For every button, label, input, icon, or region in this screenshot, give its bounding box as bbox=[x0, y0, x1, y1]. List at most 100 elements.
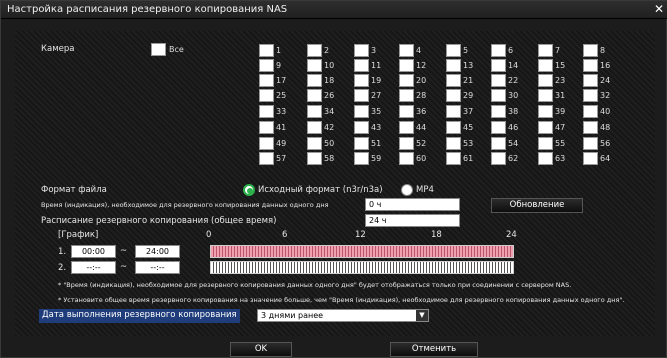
camera-checkbox-56[interactable] bbox=[583, 137, 598, 150]
camera-checkbox-25[interactable] bbox=[259, 89, 274, 102]
camera-checkbox-10[interactable] bbox=[307, 59, 322, 72]
camera-checkbox-37[interactable] bbox=[446, 105, 461, 118]
camera-checkbox-47[interactable] bbox=[538, 121, 553, 134]
camera-checkbox-50[interactable] bbox=[307, 137, 322, 150]
camera-number-label: 15 bbox=[555, 61, 566, 70]
camera-checkbox-14[interactable] bbox=[491, 59, 506, 72]
camera-checkbox-34[interactable] bbox=[307, 105, 322, 118]
camera-checkbox-59[interactable] bbox=[354, 152, 369, 165]
camera-checkbox-54[interactable] bbox=[491, 137, 506, 150]
camera-checkbox-16[interactable] bbox=[583, 59, 598, 72]
backup-date-select[interactable]: 3 днями ранее ▼ bbox=[257, 309, 429, 322]
format-original-radio[interactable] bbox=[243, 184, 255, 196]
camera-checkbox-53[interactable] bbox=[446, 137, 461, 150]
graph-label: [График] bbox=[58, 230, 99, 240]
camera-number-label: 41 bbox=[276, 123, 287, 132]
camera-all-checkbox[interactable] bbox=[151, 43, 166, 56]
camera-number-label: 61 bbox=[463, 154, 474, 163]
camera-checkbox-43[interactable] bbox=[354, 121, 369, 134]
camera-number-label: 54 bbox=[508, 139, 519, 148]
note-2: * Установите общее время резервного копи… bbox=[58, 296, 625, 304]
camera-checkbox-29[interactable] bbox=[446, 89, 461, 102]
camera-checkbox-45[interactable] bbox=[446, 121, 461, 134]
camera-checkbox-60[interactable] bbox=[399, 152, 414, 165]
camera-checkbox-57[interactable] bbox=[259, 152, 274, 165]
camera-checkbox-2[interactable] bbox=[307, 44, 322, 57]
camera-checkbox-27[interactable] bbox=[354, 89, 369, 102]
camera-checkbox-46[interactable] bbox=[491, 121, 506, 134]
camera-checkbox-32[interactable] bbox=[583, 89, 598, 102]
camera-checkbox-30[interactable] bbox=[491, 89, 506, 102]
camera-checkbox-8[interactable] bbox=[583, 44, 598, 57]
camera-checkbox-17[interactable] bbox=[259, 74, 274, 87]
camera-checkbox-55[interactable] bbox=[538, 137, 553, 150]
camera-checkbox-61[interactable] bbox=[446, 152, 461, 165]
camera-checkbox-18[interactable] bbox=[307, 74, 322, 87]
camera-checkbox-23[interactable] bbox=[538, 74, 553, 87]
camera-checkbox-62[interactable] bbox=[491, 152, 506, 165]
chevron-down-icon[interactable]: ▼ bbox=[416, 310, 428, 321]
schedule-row1-end-field[interactable]: 24:00 bbox=[135, 245, 180, 258]
close-icon[interactable]: ✕ bbox=[654, 2, 664, 16]
camera-checkbox-26[interactable] bbox=[307, 89, 322, 102]
camera-checkbox-63[interactable] bbox=[538, 152, 553, 165]
camera-number-label: 26 bbox=[324, 91, 335, 100]
camera-checkbox-1[interactable] bbox=[259, 44, 274, 57]
camera-checkbox-44[interactable] bbox=[399, 121, 414, 134]
camera-label: Камера bbox=[41, 44, 75, 54]
camera-checkbox-3[interactable] bbox=[354, 44, 369, 57]
schedule-row2-end-field[interactable]: --:-- bbox=[135, 261, 180, 274]
refresh-button[interactable]: Обновление bbox=[491, 198, 583, 213]
cancel-button[interactable]: Отменить bbox=[390, 342, 478, 357]
camera-checkbox-28[interactable] bbox=[399, 89, 414, 102]
camera-number-label: 59 bbox=[371, 154, 382, 163]
camera-checkbox-33[interactable] bbox=[259, 105, 274, 118]
format-mp4-radio[interactable] bbox=[401, 184, 413, 196]
camera-checkbox-40[interactable] bbox=[583, 105, 598, 118]
camera-checkbox-52[interactable] bbox=[399, 137, 414, 150]
camera-number-label: 28 bbox=[416, 91, 427, 100]
graph-tick: 18 bbox=[431, 230, 442, 240]
camera-checkbox-49[interactable] bbox=[259, 137, 274, 150]
camera-number-label: 49 bbox=[276, 139, 287, 148]
camera-checkbox-11[interactable] bbox=[354, 59, 369, 72]
camera-number-label: 3 bbox=[371, 46, 377, 55]
camera-number-label: 42 bbox=[324, 123, 335, 132]
schedule-row2-timeline-bar[interactable] bbox=[210, 261, 514, 274]
camera-checkbox-6[interactable] bbox=[491, 44, 506, 57]
camera-checkbox-35[interactable] bbox=[354, 105, 369, 118]
camera-checkbox-4[interactable] bbox=[399, 44, 414, 57]
camera-checkbox-5[interactable] bbox=[446, 44, 461, 57]
camera-checkbox-24[interactable] bbox=[583, 74, 598, 87]
camera-number-label: 17 bbox=[276, 76, 287, 85]
camera-number-label: 38 bbox=[508, 107, 519, 116]
camera-checkbox-13[interactable] bbox=[446, 59, 461, 72]
camera-checkbox-38[interactable] bbox=[491, 105, 506, 118]
camera-checkbox-15[interactable] bbox=[538, 59, 553, 72]
camera-checkbox-21[interactable] bbox=[446, 74, 461, 87]
camera-checkbox-58[interactable] bbox=[307, 152, 322, 165]
camera-checkbox-39[interactable] bbox=[538, 105, 553, 118]
graph-tick: 0 bbox=[206, 230, 212, 240]
camera-checkbox-48[interactable] bbox=[583, 121, 598, 134]
schedule-row1-timeline-bar[interactable] bbox=[210, 245, 514, 258]
camera-checkbox-51[interactable] bbox=[354, 137, 369, 150]
camera-number-label: 30 bbox=[508, 91, 519, 100]
camera-checkbox-41[interactable] bbox=[259, 121, 274, 134]
camera-checkbox-64[interactable] bbox=[583, 152, 598, 165]
schedule-row1-start-field[interactable]: 00:00 bbox=[71, 245, 116, 258]
schedule-row2-start-field[interactable]: --:-- bbox=[71, 261, 116, 274]
camera-checkbox-42[interactable] bbox=[307, 121, 322, 134]
camera-number-label: 44 bbox=[416, 123, 427, 132]
camera-checkbox-9[interactable] bbox=[259, 59, 274, 72]
camera-checkbox-22[interactable] bbox=[491, 74, 506, 87]
camera-checkbox-20[interactable] bbox=[399, 74, 414, 87]
camera-checkbox-36[interactable] bbox=[399, 105, 414, 118]
camera-checkbox-31[interactable] bbox=[538, 89, 553, 102]
camera-checkbox-12[interactable] bbox=[399, 59, 414, 72]
ok-button[interactable]: OK bbox=[230, 342, 292, 357]
camera-number-label: 24 bbox=[600, 76, 611, 85]
camera-checkbox-7[interactable] bbox=[538, 44, 553, 57]
camera-number-label: 35 bbox=[371, 107, 382, 116]
camera-checkbox-19[interactable] bbox=[354, 74, 369, 87]
